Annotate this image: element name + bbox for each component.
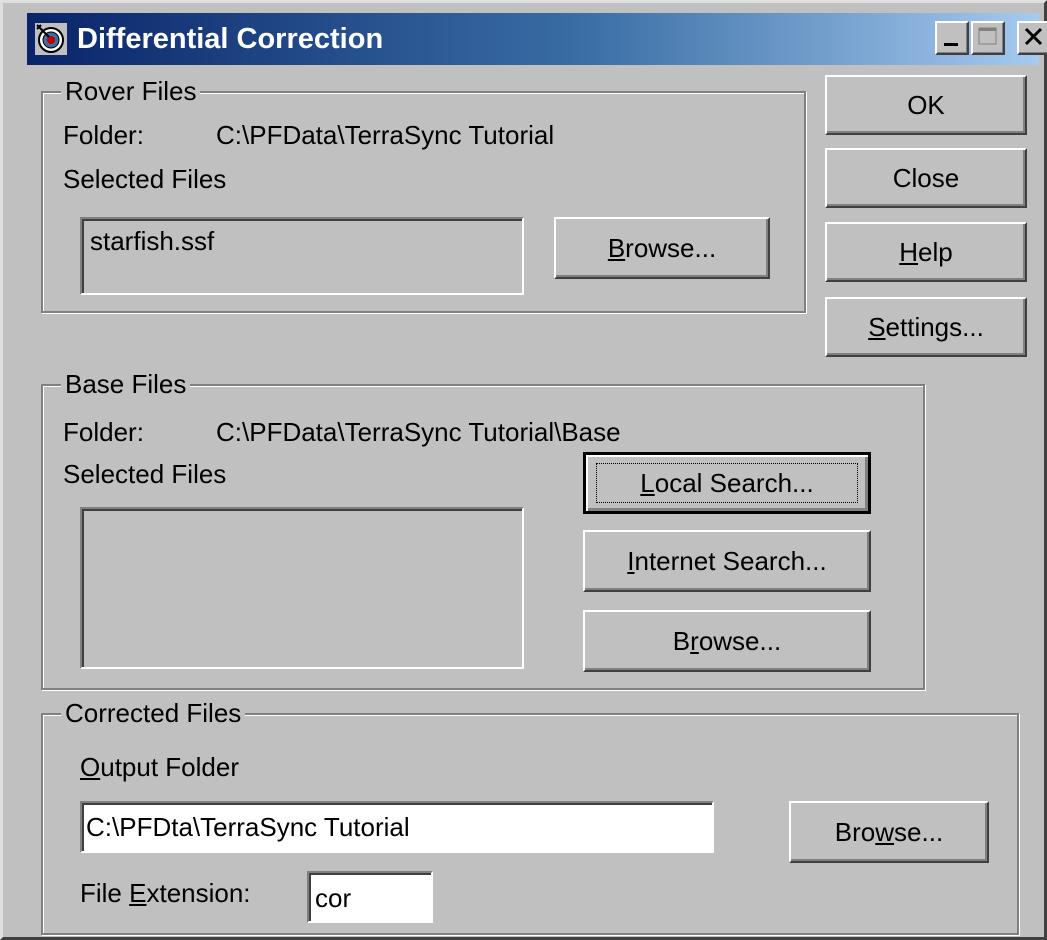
corrected-browse-label: Browse... [834,816,944,847]
rover-files-group: Rover Files Folder: C:\PFData\TerraSync … [41,75,806,313]
output-folder-input[interactable]: C:\PFDta\TerraSync Tutorial [80,801,714,853]
maximize-icon [978,27,997,45]
window-title: Differential Correction [77,23,384,55]
ok-label: OK [907,89,945,120]
rover-browse-label: Browse... [607,232,717,263]
file-extension-label: File Extension: [80,878,251,908]
file-extension-value: cor [315,883,352,913]
rover-files-legend: Rover Files [61,75,201,107]
base-files-group: Base Files Folder: C:\PFData\TerraSync T… [41,368,925,690]
maximize-button[interactable] [971,21,1005,55]
output-folder-label: Output Folder [80,752,239,782]
corrected-browse-button[interactable]: Browse... [789,801,989,863]
rover-selected-files-list[interactable]: starfish.ssf [80,217,524,295]
dialog-window: Differential Correction Rover Files Fold… [0,0,1047,940]
close-window-button[interactable] [1017,21,1047,55]
rover-folder-value: C:\PFData\TerraSync Tutorial [216,120,555,150]
base-files-legend: Base Files [61,368,191,400]
minimize-icon [944,43,958,46]
list-item[interactable]: starfish.ssf [90,225,214,257]
base-selected-files-list[interactable] [80,507,524,669]
base-folder-label: Folder: [63,417,144,447]
title-bar[interactable]: Differential Correction [27,13,1047,65]
target-app-icon [35,23,67,55]
local-search-button[interactable]: Local Search... [583,452,871,514]
corrected-files-group: Corrected Files Output Folder C:\PFDta\T… [41,697,1019,935]
close-button[interactable]: Close [825,148,1027,208]
focus-ring [596,463,858,503]
close-label: Close [892,162,960,193]
rover-folder-label: Folder: [63,120,144,150]
internet-search-label: Internet Search... [627,545,827,576]
settings-label: Settings... [868,311,984,342]
rover-selected-files-label: Selected Files [63,164,227,194]
corrected-files-legend: Corrected Files [61,697,246,729]
base-browse-button[interactable]: Browse... [583,610,871,672]
rover-browse-button[interactable]: Browse... [554,217,770,279]
base-browse-label: Browse... [672,625,782,656]
minimize-button[interactable] [935,21,969,55]
internet-search-button[interactable]: Internet Search... [583,530,871,592]
settings-button[interactable]: Settings... [825,297,1027,357]
base-selected-files-label: Selected Files [63,459,227,489]
file-extension-input[interactable]: cor [307,871,433,923]
help-label: Help [899,236,953,267]
base-folder-value: C:\PFData\TerraSync Tutorial\Base [216,417,621,447]
close-icon [1024,27,1043,46]
output-folder-value: C:\PFDta\TerraSync Tutorial [86,812,410,842]
help-button[interactable]: Help [825,222,1027,282]
ok-button[interactable]: OK [825,75,1027,135]
